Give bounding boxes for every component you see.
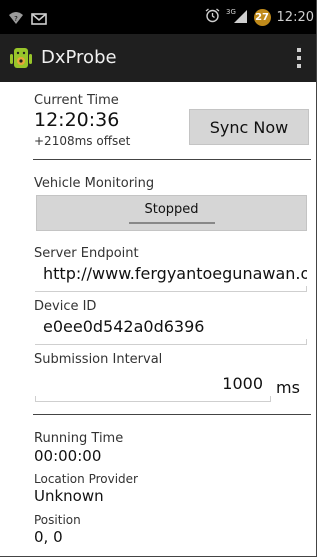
position-value: 0, 0	[34, 528, 63, 546]
wifi-question-icon: ?	[8, 10, 24, 29]
sync-now-button[interactable]: Sync Now	[189, 109, 309, 145]
mail-icon	[31, 10, 47, 29]
submission-interval-label: Submission Interval	[34, 352, 163, 367]
current-time-value: 12:20:36	[34, 109, 120, 131]
notification-badge: 27	[253, 8, 271, 26]
status-time: 12:20	[276, 9, 314, 25]
device-id-label: Device ID	[34, 299, 97, 314]
alarm-icon	[205, 7, 220, 27]
signal-icon: 3G	[226, 7, 248, 27]
divider	[33, 159, 311, 160]
position-label: Position	[34, 513, 81, 527]
app-window: ? 3G 27 12:20 DxProbe Current Time 12:20…	[0, 0, 317, 557]
vehicle-monitoring-toggle[interactable]: Stopped	[36, 195, 307, 231]
interval-unit: ms	[276, 378, 300, 397]
server-endpoint-label: Server Endpoint	[34, 246, 139, 261]
action-bar: DxProbe	[0, 34, 316, 82]
sync-now-label: Sync Now	[209, 117, 289, 137]
status-bar-left: ?	[8, 10, 47, 29]
vehicle-monitoring-label: Vehicle Monitoring	[34, 176, 155, 191]
submission-interval-input[interactable]: 1000	[35, 374, 271, 402]
overflow-menu-icon[interactable]	[296, 48, 302, 68]
location-provider-label: Location Provider	[34, 472, 138, 486]
svg-text:?: ?	[14, 15, 18, 23]
device-id-input[interactable]: e0ee0d542a0d6396	[35, 317, 307, 345]
status-bar-right: 3G 27 12:20	[205, 7, 314, 27]
running-time-value: 00:00:00	[34, 447, 102, 465]
svg-text:3G: 3G	[226, 8, 236, 16]
current-time-label: Current Time	[34, 93, 119, 108]
status-bar: ? 3G 27 12:20	[0, 0, 316, 34]
toggle-label: Stopped	[144, 202, 199, 217]
running-time-label: Running Time	[34, 431, 124, 446]
time-offset: +2108ms offset	[34, 134, 131, 148]
location-provider-value: Unknown	[34, 487, 104, 505]
server-endpoint-input[interactable]: http://www.fergyantoegunawan.org/dxprobe	[35, 264, 307, 292]
divider	[33, 414, 311, 415]
android-app-icon[interactable]	[8, 45, 34, 71]
app-title: DxProbe	[41, 47, 117, 68]
toggle-indicator	[128, 222, 215, 224]
